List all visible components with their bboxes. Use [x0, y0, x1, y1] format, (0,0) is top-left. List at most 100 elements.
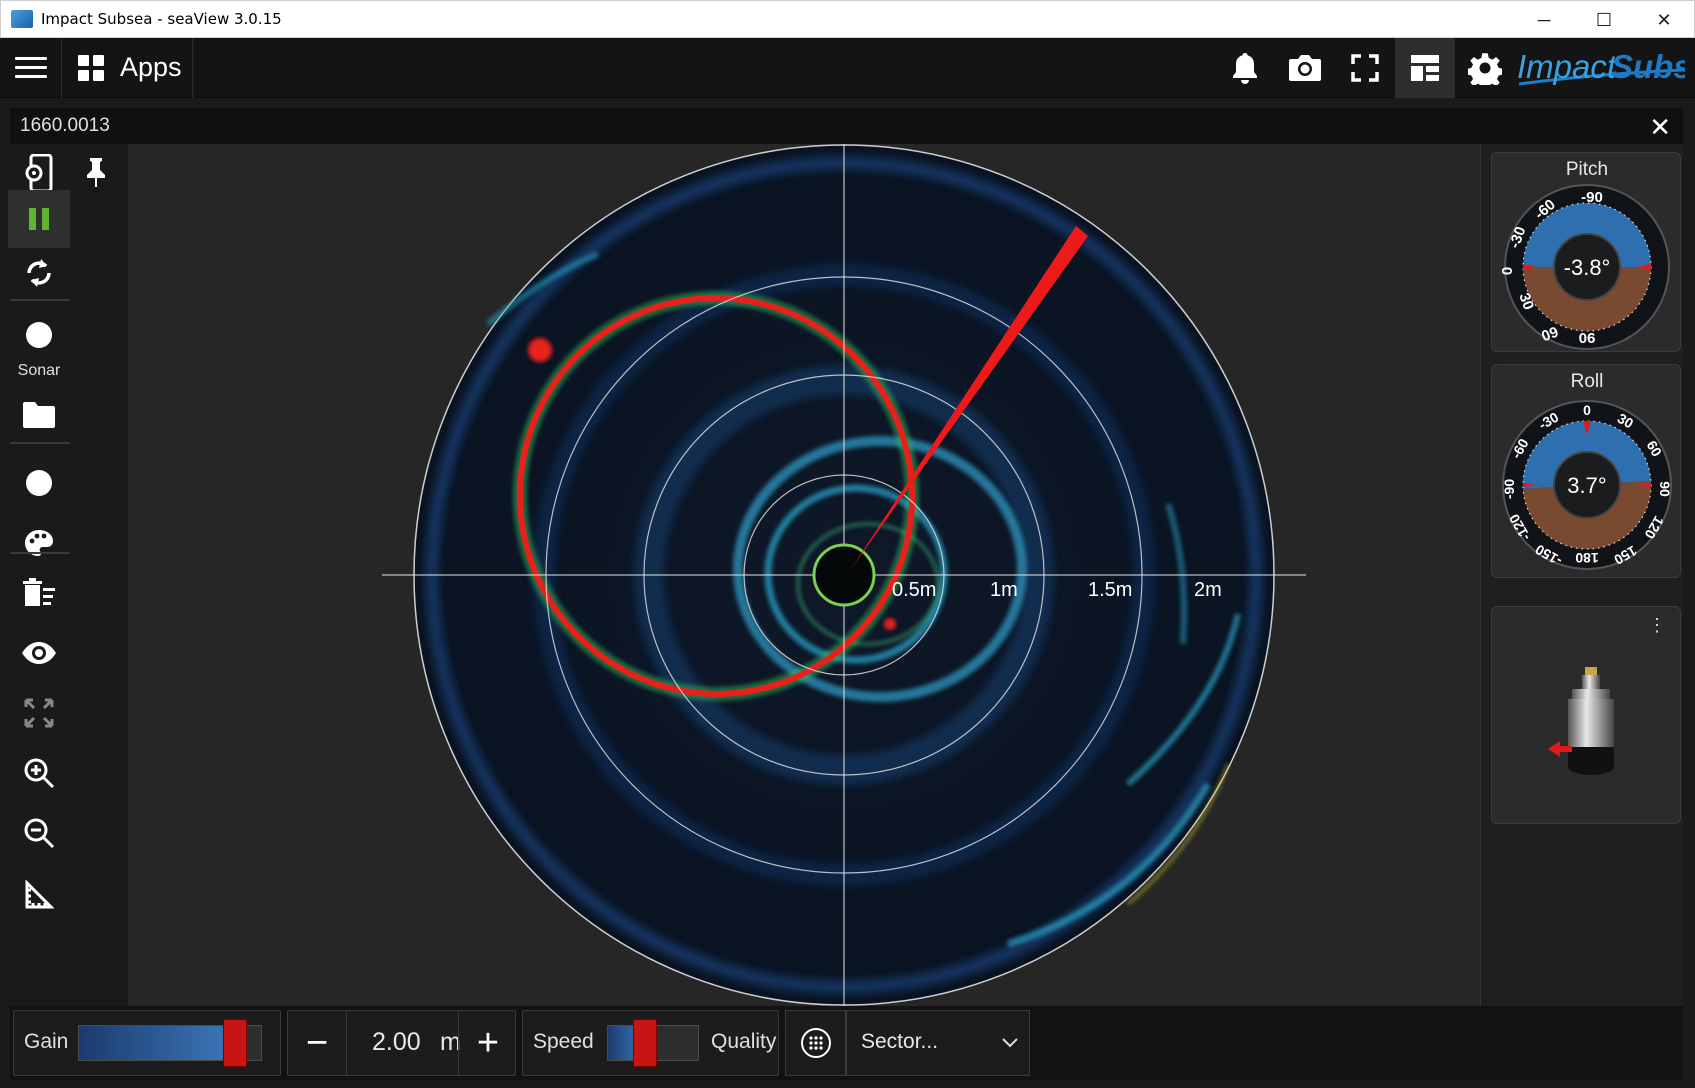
- range-increase-button[interactable]: +: [459, 1011, 517, 1075]
- apps-label: Apps: [120, 52, 182, 82]
- impact-subsea-logo: Impact Subsea: [1517, 48, 1685, 86]
- sensor-orientation-card: ⋮: [1491, 606, 1681, 824]
- camera-icon: [1289, 55, 1321, 81]
- menu-button[interactable]: [0, 37, 62, 98]
- range-label: 2m: [1194, 579, 1222, 601]
- window-titlebar: Impact Subsea - seaView 3.0.15 ─ ☐ ✕: [0, 0, 1695, 38]
- bottom-controls: Gain − 2.00 m + Speed Quality Sector...: [10, 1006, 1683, 1080]
- gain-control: Gain: [13, 1010, 281, 1076]
- clear-history-button[interactable]: [8, 564, 70, 622]
- fullscreen-icon: [1351, 54, 1379, 82]
- sensor-3d-model: [1548, 667, 1614, 775]
- range-label: 1.5m: [1088, 579, 1132, 601]
- fit-icon: [24, 698, 54, 728]
- display-mode-button[interactable]: [785, 1010, 846, 1076]
- roll-scale-label: 180: [1575, 550, 1599, 566]
- fullscreen-button[interactable]: [1335, 38, 1395, 98]
- settings-button[interactable]: [1455, 38, 1515, 98]
- gain-thumb[interactable]: [223, 1019, 247, 1067]
- apps-grid-icon: [78, 54, 104, 81]
- device-settings-icon: [25, 154, 53, 192]
- sonar-display[interactable]: 0.5m 1m 1.5m 2m: [128, 144, 1480, 1006]
- speed-quality-slider[interactable]: [607, 1019, 699, 1067]
- roll-scale-label: 0: [1583, 402, 1591, 418]
- gain-label: Gain: [24, 1030, 69, 1053]
- apps-button[interactable]: Apps: [62, 37, 193, 98]
- speed-quality-thumb[interactable]: [633, 1019, 657, 1067]
- maximize-button[interactable]: ☐: [1574, 1, 1634, 39]
- pitch-scale-label: 0: [1499, 267, 1516, 275]
- mode-dropdown[interactable]: Sector...: [846, 1010, 1030, 1076]
- range-label: 1m: [990, 579, 1018, 601]
- zoom-out-icon: [24, 818, 55, 849]
- roll-value: 3.7°: [1567, 473, 1606, 498]
- zoom-in-button[interactable]: [8, 744, 70, 802]
- eye-icon: [22, 642, 56, 664]
- range-decrease-button[interactable]: −: [288, 1011, 346, 1075]
- refresh-button[interactable]: [8, 244, 70, 302]
- speed-label: Speed: [533, 1030, 594, 1053]
- svg-text:Impact: Impact: [1517, 48, 1618, 85]
- range-value[interactable]: 2.00: [372, 1028, 421, 1057]
- record-secondary-icon: [26, 470, 52, 496]
- record-button[interactable]: [8, 306, 70, 364]
- clear-icon: [23, 578, 55, 606]
- pitch-card: Pitch -3.8° -90 -60 -30 0 30 60 90: [1491, 152, 1681, 352]
- left-toolbar: Sonar: [8, 144, 70, 1006]
- pitch-gauge: -3.8° -90 -60 -30 0 30 60 90: [1499, 184, 1670, 350]
- svg-text:Subsea: Subsea: [1611, 48, 1685, 85]
- refresh-icon: [27, 259, 51, 287]
- record-secondary-button[interactable]: [8, 454, 70, 512]
- layout-button[interactable]: [1395, 38, 1455, 98]
- roll-scale-label: -90: [1501, 479, 1517, 499]
- device-panel-header: 1660.0013 ✕: [10, 108, 1683, 144]
- zoom-out-button[interactable]: [8, 804, 70, 862]
- top-toolbar: Apps Impact Subsea: [0, 37, 1695, 98]
- window-controls: ─ ☐ ✕: [1514, 1, 1694, 39]
- gain-fill: [79, 1026, 232, 1060]
- range-control: − 2.00 m +: [287, 1010, 516, 1076]
- pause-button[interactable]: [8, 190, 70, 248]
- transducer-center: [812, 543, 876, 607]
- pitch-scale-label: 90: [1579, 329, 1596, 346]
- instrument-panel: Pitch -3.8° -90 -60 -30 0 30 60 90 Roll: [1480, 144, 1683, 1006]
- gain-slider[interactable]: [78, 1019, 262, 1067]
- sonar-grid-icon: [801, 1028, 831, 1058]
- pin-button[interactable]: [82, 156, 118, 192]
- folder-icon: [23, 402, 55, 428]
- record-icon: [26, 322, 52, 348]
- chevron-down-icon: [1002, 1038, 1018, 1048]
- view-button[interactable]: [8, 624, 70, 682]
- sonar-svg: 0.5m 1m 1.5m 2m: [382, 144, 1306, 1006]
- pin-icon: [87, 158, 105, 187]
- pitch-value: -3.8°: [1564, 255, 1611, 280]
- pitch-scale-label: -90: [1581, 189, 1603, 206]
- screenshot-button[interactable]: [1275, 38, 1335, 98]
- roll-gauge: 3.7° 0 30 60 90 120 150 180 -150 -120 -9…: [1501, 400, 1673, 570]
- layout-icon: [1411, 55, 1439, 81]
- window-title: Impact Subsea - seaView 3.0.15: [41, 10, 282, 28]
- app-icon: [11, 10, 33, 28]
- range-label: 0.5m: [892, 579, 936, 601]
- roll-title: Roll: [1570, 371, 1604, 392]
- measure-icon: [25, 880, 54, 909]
- pitch-title: Pitch: [1565, 159, 1609, 180]
- minimize-button[interactable]: ─: [1514, 1, 1574, 39]
- bell-icon: [1233, 53, 1257, 84]
- pause-icon: [29, 208, 49, 230]
- more-options-button[interactable]: ⋮: [1648, 615, 1666, 636]
- fit-view-button[interactable]: [8, 684, 70, 742]
- roll-scale-label: 90: [1657, 481, 1673, 497]
- close-window-button[interactable]: ✕: [1634, 1, 1694, 39]
- quality-label: Quality: [711, 1030, 777, 1053]
- mode-dropdown-value: Sector...: [861, 1030, 939, 1053]
- notifications-button[interactable]: [1215, 38, 1275, 98]
- sonar-label: Sonar: [17, 362, 61, 379]
- roll-card: Roll 3.7° 0 30 60 90 120 150 180 -150 -1…: [1491, 364, 1681, 578]
- gear-icon: [1468, 53, 1502, 85]
- close-panel-button[interactable]: ✕: [1649, 112, 1671, 143]
- measure-button[interactable]: [8, 866, 70, 924]
- speed-quality-control: Speed Quality: [522, 1010, 779, 1076]
- zoom-in-icon: [24, 758, 55, 789]
- open-folder-button[interactable]: [8, 386, 70, 444]
